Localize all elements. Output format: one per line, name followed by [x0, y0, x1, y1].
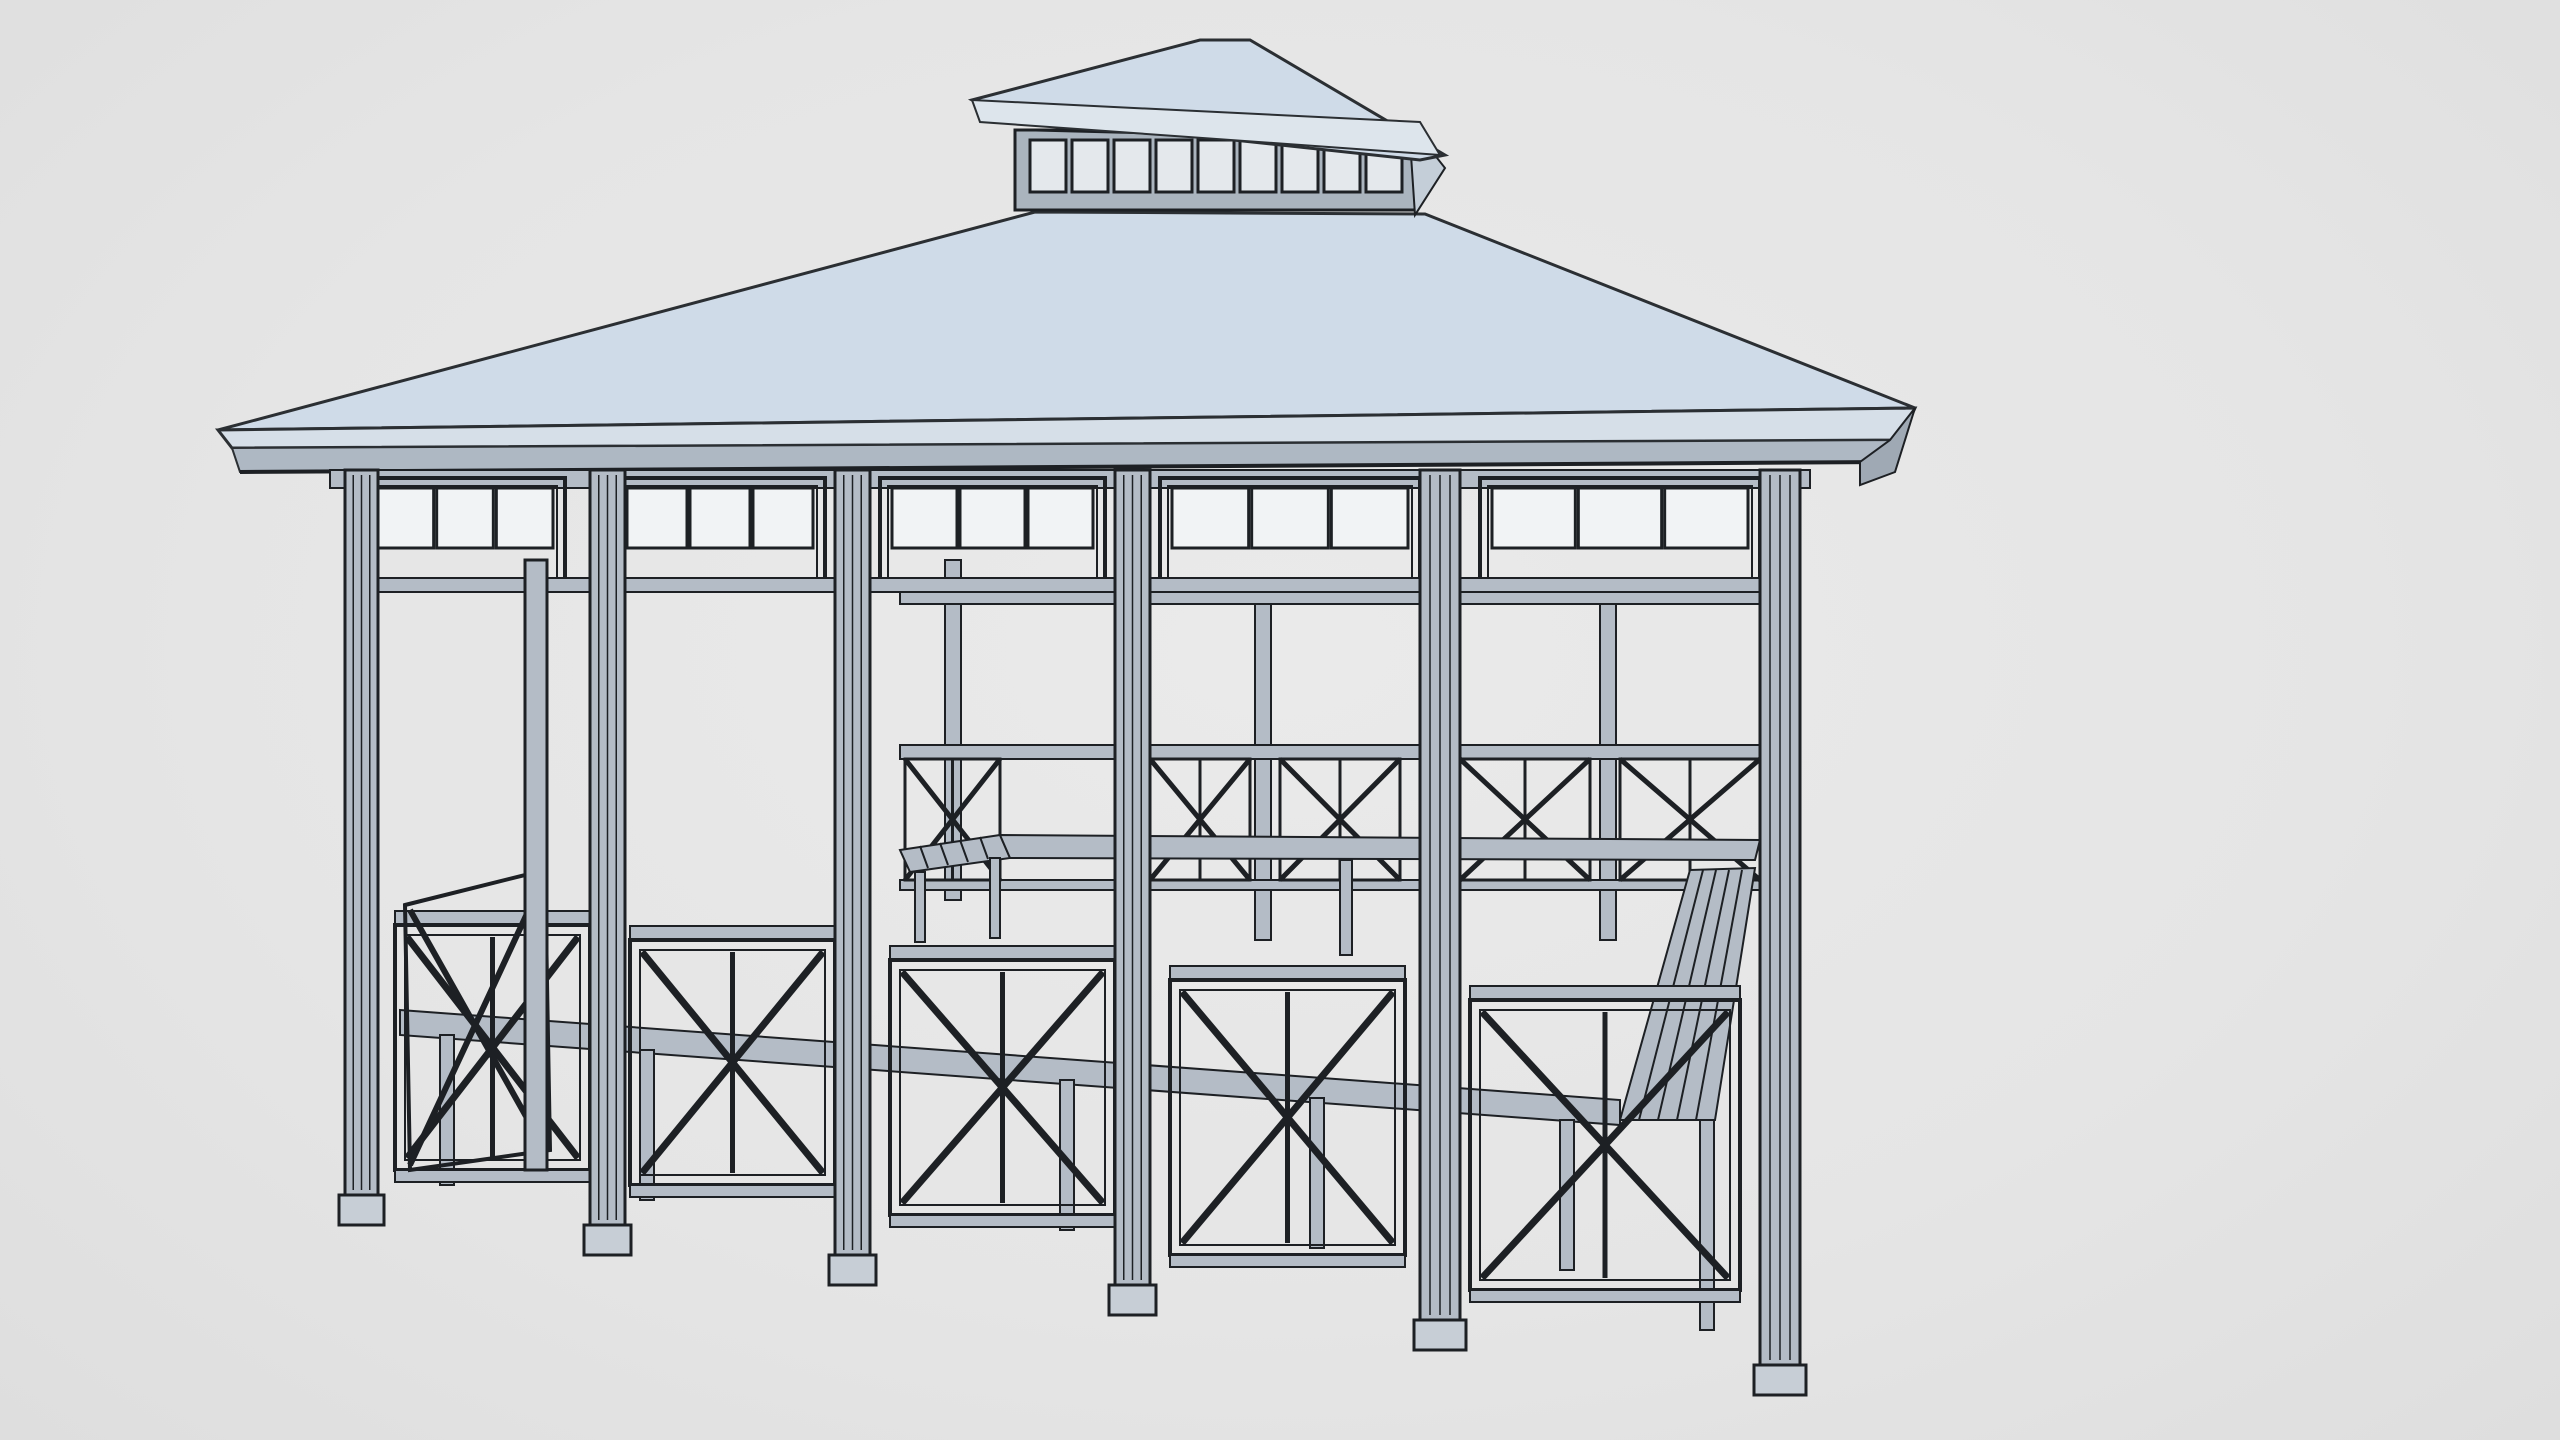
rail-bottom — [629, 1184, 836, 1198]
transom-pane — [1026, 486, 1095, 550]
rail-bottom — [1469, 1289, 1741, 1303]
post-shaft — [523, 558, 549, 1172]
back-railing — [899, 744, 1762, 891]
transom-pane — [688, 486, 752, 550]
post-base — [827, 1253, 878, 1287]
post-base — [1107, 1283, 1158, 1317]
back-structure — [899, 559, 1762, 941]
cupola-window — [1238, 138, 1278, 194]
transom-window — [613, 476, 827, 588]
post-base — [1752, 1363, 1808, 1397]
post-base — [337, 1193, 386, 1227]
cupola-window — [1112, 138, 1152, 194]
post — [582, 468, 633, 1257]
front-frame — [329, 468, 1811, 1397]
transom-pane — [751, 486, 815, 550]
transom-pane — [958, 486, 1027, 550]
transom-pane — [890, 486, 959, 550]
transom-pane — [625, 486, 689, 550]
post — [1752, 468, 1808, 1397]
rail-cap — [629, 925, 836, 941]
rail-cap — [394, 910, 591, 926]
transom-window — [1158, 476, 1422, 588]
transom-pane — [1170, 486, 1251, 550]
rail-bottom — [889, 1214, 1116, 1228]
cupola-window — [1070, 138, 1110, 194]
post — [827, 468, 878, 1287]
rail-cap — [1169, 965, 1406, 981]
cupola-window — [1154, 138, 1194, 194]
roof-main — [217, 210, 1916, 432]
post-base — [582, 1223, 633, 1257]
cupola-window — [1196, 138, 1236, 194]
transom-pane — [435, 486, 495, 550]
front-transom-rail — [344, 577, 1776, 593]
transom-pane — [1576, 486, 1664, 550]
rail-bottom — [394, 1169, 591, 1183]
post — [1412, 468, 1468, 1352]
bench-leg — [639, 1049, 655, 1201]
gazebo-model — [214, 38, 1918, 1397]
railing-panel — [1168, 965, 1407, 1268]
transom-pane — [1490, 486, 1577, 550]
transom-window — [1478, 476, 1762, 588]
bench-leg — [989, 857, 1001, 939]
railing-panel — [888, 945, 1117, 1228]
bench-leg — [1339, 859, 1353, 956]
post — [1107, 468, 1158, 1317]
transom-window — [878, 476, 1107, 588]
back-transom — [899, 591, 1761, 605]
transom-pane — [1663, 486, 1750, 550]
rail-cap — [889, 945, 1116, 961]
3d-viewport[interactable] — [0, 0, 2560, 1440]
bench-leg — [1309, 1097, 1325, 1249]
transom-pane — [375, 486, 436, 550]
transom-pane — [494, 486, 555, 550]
bench-leg — [914, 871, 926, 943]
transom-pane — [1329, 486, 1410, 550]
back-rail-top — [899, 744, 1761, 760]
post-base — [1412, 1318, 1468, 1352]
rail-bottom — [1169, 1254, 1406, 1268]
roof — [214, 38, 1918, 487]
cupola — [967, 38, 1450, 219]
post — [337, 468, 386, 1227]
cupola-window — [1028, 138, 1068, 194]
rail-cap — [1469, 985, 1741, 1001]
transom-pane — [1250, 486, 1330, 550]
